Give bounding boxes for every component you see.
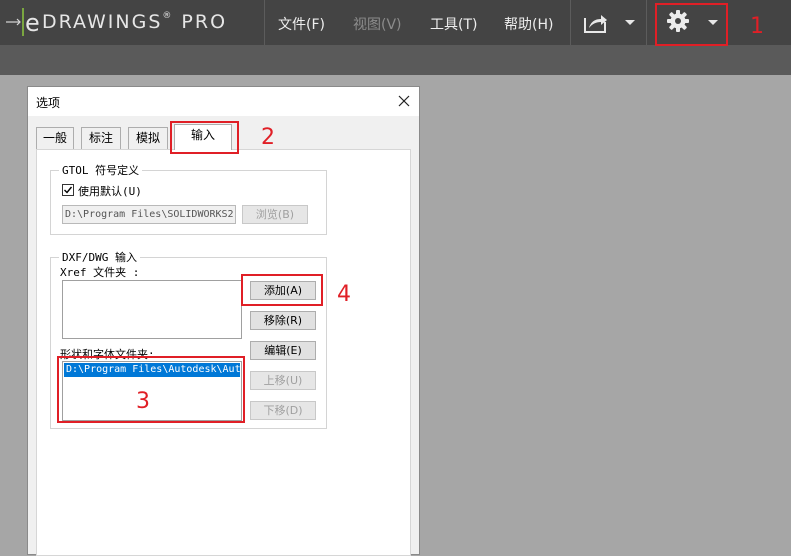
menu-file[interactable]: 文件(F) (278, 14, 325, 34)
browse-button[interactable]: 浏览(B) (242, 205, 308, 224)
xref-folder-list[interactable] (62, 280, 242, 339)
use-default-label: 使用默认(U) (78, 185, 142, 198)
toolbar-divider (646, 0, 647, 45)
tab-markup[interactable]: 标注 (81, 127, 121, 149)
logo-mark: e (25, 9, 40, 37)
import-tab-panel: GTOL 符号定义 使用默认(U) D:\Program Files\SOLID… (36, 149, 411, 556)
toolbar-divider (264, 0, 265, 45)
secondary-toolbar (0, 45, 791, 75)
menu-tools[interactable]: 工具(T) (430, 14, 477, 34)
dxf-dwg-group-title: DXF/DWG 输入 (59, 249, 140, 265)
edit-button[interactable]: 编辑(E) (250, 341, 316, 360)
tab-import[interactable]: 输入 (174, 124, 232, 150)
highlight-box-3 (57, 356, 245, 423)
tab-general[interactable]: 一般 (36, 127, 74, 149)
gtol-group-title: GTOL 符号定义 (59, 162, 143, 178)
menu-view[interactable]: 视图(V) (353, 14, 402, 34)
menu-help[interactable]: 帮助(H) (504, 14, 553, 34)
app-logo: e DRAWINGS® PRO (6, 6, 227, 38)
toolbar-divider (570, 0, 571, 45)
share-dropdown-chevron-icon[interactable] (625, 20, 635, 25)
move-up-button[interactable]: 上移(U) (250, 371, 316, 390)
dialog-titlebar: 选项 (28, 87, 419, 116)
checkmark-icon (64, 186, 73, 194)
highlight-box-4 (241, 274, 323, 306)
remove-button[interactable]: 移除(R) (250, 311, 316, 330)
step-number-2: 2 (261, 125, 275, 150)
edrawings-logo-icon: e (6, 8, 40, 37)
gtol-group (50, 170, 327, 235)
move-down-button[interactable]: 下移(D) (250, 401, 316, 420)
share-icon[interactable] (583, 10, 609, 34)
xref-folder-label: Xref 文件夹 : (60, 266, 140, 279)
close-icon[interactable] (396, 93, 412, 109)
app-title: DRAWINGS® PRO (42, 11, 228, 33)
dialog-title: 选项 (36, 96, 61, 110)
options-dialog: 选项 一般 标注 模拟 输入 GTOL 符号定义 使用默认(U) D:\Prog… (27, 86, 420, 556)
step-number-3: 3 (136, 389, 150, 414)
step-number-1: 1 (750, 14, 764, 39)
use-default-checkbox[interactable] (62, 184, 74, 196)
step-number-4: 4 (337, 282, 351, 307)
gtol-path-field[interactable]: D:\Program Files\SOLIDWORKS2 (62, 205, 236, 224)
highlight-box-1 (655, 3, 728, 46)
tab-simulation[interactable]: 模拟 (128, 127, 168, 149)
